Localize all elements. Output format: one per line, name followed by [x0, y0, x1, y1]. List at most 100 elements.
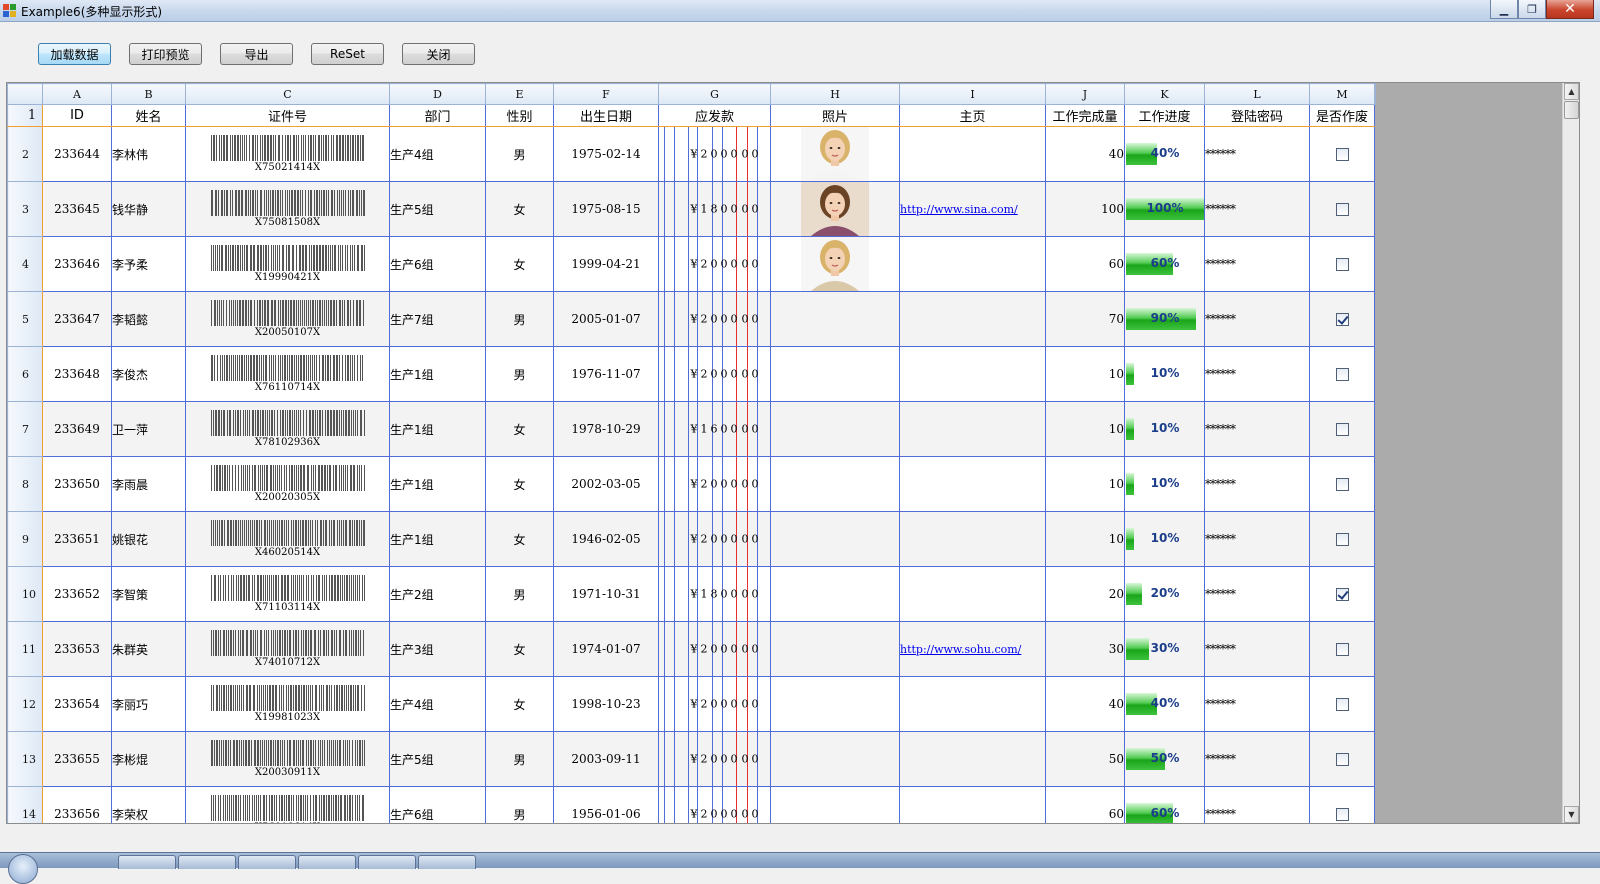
taskbar-item[interactable]: [118, 855, 176, 869]
checkbox-icon[interactable]: [1335, 423, 1349, 436]
amount-cell[interactable]: ¥2 0 0 0 0 0: [658, 511, 771, 567]
dept-cell[interactable]: 生产2组: [389, 566, 486, 622]
photo-cell[interactable]: [770, 346, 900, 402]
progress-cell[interactable]: 40%: [1124, 676, 1205, 732]
table-row[interactable]: 2 233644 李林伟 X75021414X 生产4组男 1975-02-14 ¥2 0 0 0…: [7, 126, 1376, 182]
quantity-cell[interactable]: 50: [1045, 731, 1125, 787]
password-cell[interactable]: ******: [1204, 676, 1310, 732]
checkbox-checked-icon[interactable]: [1335, 313, 1349, 326]
dob-cell[interactable]: 1946-02-05: [553, 511, 659, 567]
name-cell[interactable]: 朱群英: [111, 621, 186, 677]
password-cell[interactable]: ******: [1204, 236, 1310, 292]
row-number[interactable]: 14: [7, 786, 43, 823]
id-cell[interactable]: 233648: [42, 346, 112, 402]
photo-cell[interactable]: [770, 291, 900, 347]
table-row[interactable]: 9 233651 姚银花 X46020514X 生产1组女 1946-02-05 ¥2 0 0 0…: [7, 511, 1376, 567]
scroll-thumb[interactable]: [1564, 101, 1579, 119]
photo-cell[interactable]: [770, 566, 900, 622]
cert-cell[interactable]: X75021414X: [185, 126, 390, 182]
cert-cell[interactable]: X56010614X: [185, 786, 390, 823]
field-header[interactable]: 应发款: [658, 104, 771, 127]
table-row[interactable]: 11 233653 朱群英 X74010712X 生产3组女 1974-01-07 ¥2 0 0…: [7, 621, 1376, 677]
taskbar-item[interactable]: [358, 855, 416, 869]
cert-cell[interactable]: X19990421X: [185, 236, 390, 292]
field-header[interactable]: 证件号: [185, 104, 390, 127]
table-row[interactable]: 8 233650 李雨晨 X20020305X 生产1组女 2002-03-05 ¥2 0 0 0…: [7, 456, 1376, 512]
column-letter-H[interactable]: H: [770, 83, 900, 105]
checkbox-icon[interactable]: [1335, 478, 1349, 491]
column-letter-C[interactable]: C: [185, 83, 390, 105]
password-cell[interactable]: ******: [1204, 731, 1310, 787]
dept-cell[interactable]: 生产6组: [389, 786, 486, 823]
photo-cell[interactable]: [770, 456, 900, 512]
quantity-cell[interactable]: 70: [1045, 291, 1125, 347]
dept-cell[interactable]: 生产1组: [389, 511, 486, 567]
checkbox-checked-icon[interactable]: [1335, 588, 1349, 601]
taskbar-item[interactable]: [298, 855, 356, 869]
password-cell[interactable]: ******: [1204, 181, 1310, 237]
sex-cell[interactable]: 女: [485, 621, 554, 677]
amount-cell[interactable]: ¥2 0 0 0 0 0: [658, 346, 771, 402]
taskbar-item[interactable]: [178, 855, 236, 869]
name-cell[interactable]: 李予柔: [111, 236, 186, 292]
cert-cell[interactable]: X75081508X: [185, 181, 390, 237]
name-cell[interactable]: 李荣权: [111, 786, 186, 823]
table-row[interactable]: 14233656李荣权X56010614X生产6组男1956-01-06¥200…: [7, 786, 1376, 823]
dept-cell[interactable]: 生产3组: [389, 621, 486, 677]
homepage-cell[interactable]: [899, 236, 1046, 292]
homepage-cell[interactable]: http://www.sina.com/: [899, 181, 1046, 237]
cert-cell[interactable]: X74010712X: [185, 621, 390, 677]
row-number[interactable]: 9: [7, 511, 43, 567]
row-number[interactable]: 3: [7, 181, 43, 237]
id-cell[interactable]: 233656: [42, 786, 112, 823]
progress-cell[interactable]: 20%: [1124, 566, 1205, 622]
quantity-cell[interactable]: 100: [1045, 181, 1125, 237]
dob-cell[interactable]: 1956-01-06: [553, 786, 659, 823]
id-cell[interactable]: 233650: [42, 456, 112, 512]
amount-cell[interactable]: ¥2 0 0 0 0 0: [658, 456, 771, 512]
table-row[interactable]: 3 233645 钱华静 X75081508X 生产5组女 1975-08-15 ¥1 8 0 0…: [7, 181, 1376, 237]
quantity-cell[interactable]: 40: [1045, 126, 1125, 182]
progress-cell[interactable]: 60%: [1124, 236, 1205, 292]
cert-cell[interactable]: X71103114X: [185, 566, 390, 622]
homepage-cell[interactable]: [899, 566, 1046, 622]
dept-cell[interactable]: 生产4组: [389, 676, 486, 732]
photo-cell[interactable]: [770, 511, 900, 567]
quantity-cell[interactable]: 60: [1045, 236, 1125, 292]
vertical-scrollbar[interactable]: ▲ ▼: [1562, 83, 1579, 823]
void-cell[interactable]: [1309, 181, 1375, 237]
maximize-button[interactable]: ❐: [1518, 0, 1546, 19]
homepage-cell[interactable]: http://www.sohu.com/: [899, 621, 1046, 677]
quantity-cell[interactable]: 60: [1045, 786, 1125, 823]
field-header[interactable]: 照片: [770, 104, 900, 127]
void-cell[interactable]: [1309, 786, 1375, 823]
homepage-cell[interactable]: [899, 401, 1046, 457]
column-letter-J[interactable]: J: [1045, 83, 1125, 105]
dob-cell[interactable]: 1976-11-07: [553, 346, 659, 402]
cert-cell[interactable]: X78102936X: [185, 401, 390, 457]
void-cell[interactable]: [1309, 621, 1375, 677]
dob-cell[interactable]: 1999-04-21: [553, 236, 659, 292]
row-number[interactable]: 2: [7, 126, 43, 182]
void-cell[interactable]: [1309, 291, 1375, 347]
password-cell[interactable]: ******: [1204, 291, 1310, 347]
start-orb-icon[interactable]: [8, 854, 38, 884]
field-header[interactable]: 主页: [899, 104, 1046, 127]
sex-cell[interactable]: 女: [485, 181, 554, 237]
id-cell[interactable]: 233653: [42, 621, 112, 677]
amount-cell[interactable]: ¥2 0 0 0 0 0: [658, 786, 771, 823]
data-grid[interactable]: A B C D E F G H I J K L M 1 ID 姓名 证件号 部门 性别 出生日期 应发款 照片 主页 工作完成…: [6, 82, 1580, 824]
progress-cell[interactable]: 40%: [1124, 126, 1205, 182]
column-letter-E[interactable]: E: [485, 83, 554, 105]
dept-cell[interactable]: 生产4组: [389, 126, 486, 182]
checkbox-icon[interactable]: [1335, 148, 1349, 161]
name-cell[interactable]: 钱华静: [111, 181, 186, 237]
column-letter-L[interactable]: L: [1204, 83, 1310, 105]
id-cell[interactable]: 233652: [42, 566, 112, 622]
dob-cell[interactable]: 1974-01-07: [553, 621, 659, 677]
id-cell[interactable]: 233644: [42, 126, 112, 182]
name-cell[interactable]: 卫一萍: [111, 401, 186, 457]
grid-corner[interactable]: [7, 83, 43, 105]
photo-cell[interactable]: [770, 181, 900, 237]
dept-cell[interactable]: 生产6组: [389, 236, 486, 292]
